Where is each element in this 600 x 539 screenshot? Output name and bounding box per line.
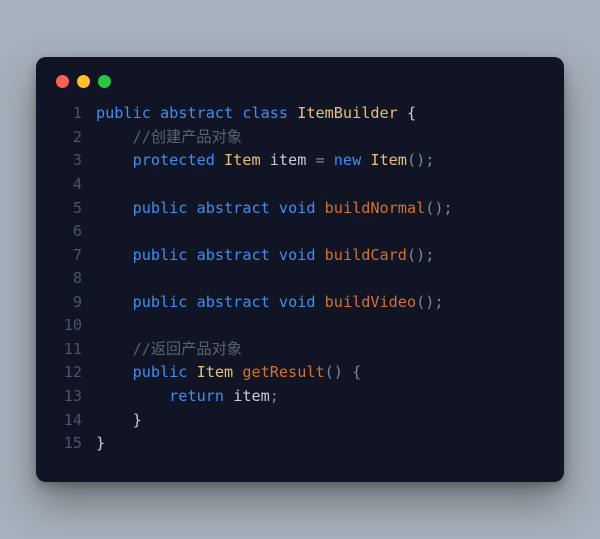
zoom-icon[interactable] <box>98 75 111 88</box>
line-content: return item; <box>96 385 546 409</box>
minimize-icon[interactable] <box>77 75 90 88</box>
code-line: 10 <box>54 314 546 338</box>
code-line: 1public abstract class ItemBuilder { <box>54 102 546 126</box>
line-content: } <box>96 432 546 456</box>
code-line: 13 return item; <box>54 385 546 409</box>
code-line: 6 <box>54 220 546 244</box>
code-line: 5 public abstract void buildNormal(); <box>54 197 546 221</box>
line-number: 10 <box>54 314 96 338</box>
line-number: 13 <box>54 385 96 409</box>
code-line: 15} <box>54 432 546 456</box>
code-line: 14 } <box>54 409 546 433</box>
line-number: 3 <box>54 149 96 173</box>
code-line: 7 public abstract void buildCard(); <box>54 244 546 268</box>
line-number: 4 <box>54 173 96 197</box>
code-block: 1public abstract class ItemBuilder {2 //… <box>54 102 546 455</box>
line-number: 6 <box>54 220 96 244</box>
line-number: 9 <box>54 291 96 315</box>
code-line: 12 public Item getResult() { <box>54 361 546 385</box>
line-content: //创建产品对象 <box>96 126 546 150</box>
line-content: public abstract void buildVideo(); <box>96 291 546 315</box>
line-content: public abstract class ItemBuilder { <box>96 102 546 126</box>
code-line: 2 //创建产品对象 <box>54 126 546 150</box>
line-number: 11 <box>54 338 96 362</box>
line-number: 14 <box>54 409 96 433</box>
code-line: 3 protected Item item = new Item(); <box>54 149 546 173</box>
line-number: 8 <box>54 267 96 291</box>
line-content <box>96 314 546 338</box>
line-content: public abstract void buildCard(); <box>96 244 546 268</box>
code-line: 4 <box>54 173 546 197</box>
line-number: 1 <box>54 102 96 126</box>
code-window: 1public abstract class ItemBuilder {2 //… <box>36 57 564 481</box>
line-content <box>96 267 546 291</box>
code-line: 11 //返回产品对象 <box>54 338 546 362</box>
line-number: 2 <box>54 126 96 150</box>
window-titlebar <box>54 73 546 102</box>
line-content: protected Item item = new Item(); <box>96 149 546 173</box>
line-content: } <box>96 409 546 433</box>
code-line: 9 public abstract void buildVideo(); <box>54 291 546 315</box>
line-number: 15 <box>54 432 96 456</box>
line-number: 12 <box>54 361 96 385</box>
line-content <box>96 173 546 197</box>
line-content: public abstract void buildNormal(); <box>96 197 546 221</box>
line-content <box>96 220 546 244</box>
stage: 1public abstract class ItemBuilder {2 //… <box>0 0 600 539</box>
close-icon[interactable] <box>56 75 69 88</box>
line-content: //返回产品对象 <box>96 338 546 362</box>
line-number: 7 <box>54 244 96 268</box>
line-content: public Item getResult() { <box>96 361 546 385</box>
line-number: 5 <box>54 197 96 221</box>
code-line: 8 <box>54 267 546 291</box>
